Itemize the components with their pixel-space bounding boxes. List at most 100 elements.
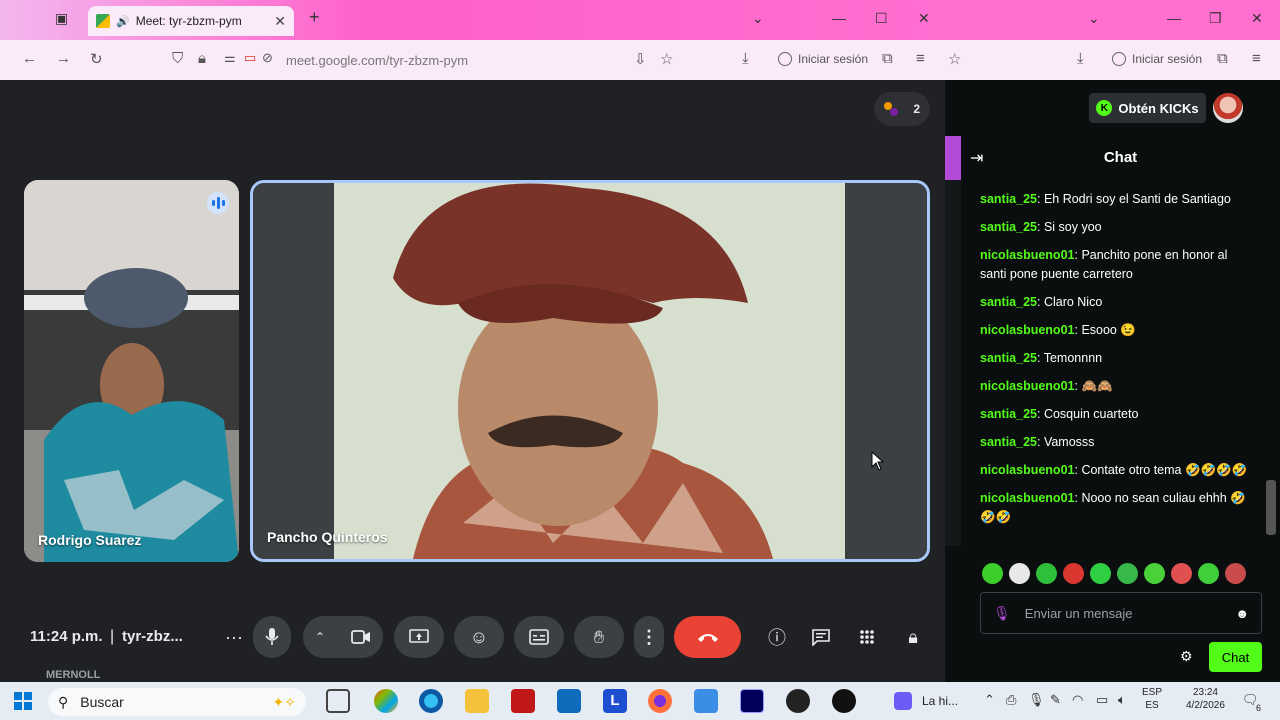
firefox-app-icon[interactable]: [648, 689, 672, 713]
taskbar-search[interactable]: ⚲ Buscar ✦✧: [48, 688, 306, 716]
chat-username[interactable]: santia_25: [980, 192, 1037, 206]
emote-icon[interactable]: [982, 563, 1003, 584]
tab-groups-icon[interactable]: ▣: [55, 10, 68, 27]
emote-icon[interactable]: [1009, 563, 1030, 584]
microphone-icon[interactable]: 🎙︎: [993, 605, 1011, 622]
chat-username[interactable]: nicolasbueno01: [980, 491, 1074, 505]
l-app-icon[interactable]: L: [603, 689, 627, 713]
tray-mic-icon[interactable]: 🎙︎: [1028, 692, 1045, 708]
present-button[interactable]: [394, 616, 444, 658]
minimize-icon[interactable]: —: [832, 10, 846, 26]
new-tab-button[interactable]: +: [309, 7, 320, 28]
scrollbar-thumb[interactable]: [1266, 480, 1276, 535]
microphone-button[interactable]: [253, 616, 291, 658]
chat-button[interactable]: [806, 616, 836, 658]
taskbar-clock[interactable]: 23:24 4/2/2026: [1186, 686, 1225, 712]
emote-icon[interactable]: [1144, 563, 1165, 584]
copilot-app-icon[interactable]: [374, 689, 398, 713]
signin-button-right[interactable]: Iniciar sesión: [1112, 52, 1202, 66]
signin-button-left[interactable]: Iniciar sesión: [778, 52, 868, 66]
tray-app-label[interactable]: La hi...: [922, 694, 958, 708]
participants-button[interactable]: 2: [874, 92, 930, 126]
mcafee-icon[interactable]: [511, 689, 535, 713]
chat-username[interactable]: santia_25: [980, 435, 1037, 449]
get-kicks-button[interactable]: K Obtén KICKs: [1089, 93, 1206, 123]
edge-app-icon[interactable]: [419, 689, 443, 713]
raise-hand-button[interactable]: ✋︎: [574, 616, 624, 658]
extensions-icon[interactable]: ⧉: [1217, 50, 1228, 67]
chat-username[interactable]: nicolasbueno01: [980, 379, 1074, 393]
tab-meet[interactable]: 🔊 Meet: tyr-zbzm-pym ✕: [88, 6, 294, 36]
captions-button[interactable]: [514, 616, 564, 658]
battery-icon[interactable]: ▭: [1096, 692, 1108, 708]
tab-list-chevron-icon[interactable]: ⌄: [1088, 10, 1100, 27]
menu-icon[interactable]: ≡: [1252, 50, 1261, 67]
camera-options-chevron-icon[interactable]: ⌃: [315, 630, 325, 644]
chat-username[interactable]: nicolasbueno01: [980, 463, 1074, 477]
emote-icon[interactable]: [1198, 563, 1219, 584]
address-bar[interactable]: meet.google.com/tyr-zbzm-pym: [164, 47, 688, 74]
tray-app-icon[interactable]: [894, 692, 912, 710]
show-hidden-icons-chevron-icon[interactable]: ⌃: [984, 692, 995, 708]
media-player-icon[interactable]: [832, 689, 856, 713]
chat-username[interactable]: santia_25: [980, 407, 1037, 421]
speaker-icon[interactable]: 🔊: [116, 15, 130, 28]
task-view-icon[interactable]: [326, 689, 350, 713]
chat-username[interactable]: nicolasbueno01: [980, 323, 1074, 337]
emoji-picker-icon[interactable]: ☻: [1235, 606, 1249, 621]
outlook-icon[interactable]: [557, 689, 581, 713]
lock-icon[interactable]: 🔒︎: [198, 50, 206, 67]
close-window-icon[interactable]: ✕: [918, 10, 930, 27]
file-explorer-icon[interactable]: [465, 689, 489, 713]
obs-app-icon[interactable]: [786, 689, 810, 713]
downloads-icon[interactable]: ⤓: [742, 50, 749, 67]
menu-icon[interactable]: ≡: [916, 50, 925, 67]
emote-icon[interactable]: [1171, 563, 1192, 584]
windows-start-icon[interactable]: [14, 692, 32, 710]
chat-username[interactable]: santia_25: [980, 351, 1037, 365]
emote-icon[interactable]: [1063, 563, 1084, 584]
more-options-button[interactable]: ···: [216, 616, 252, 658]
downloads-icon[interactable]: ⤓: [1077, 50, 1084, 67]
reload-icon[interactable]: ↻: [90, 50, 103, 68]
forward-icon[interactable]: →: [56, 50, 71, 67]
chat-message-input[interactable]: 🎙︎ Enviar un mensaje ☻: [980, 592, 1262, 634]
close-window-icon[interactable]: ✕: [1251, 10, 1263, 27]
maximize-icon[interactable]: ☐: [875, 10, 888, 27]
activities-button[interactable]: [852, 616, 882, 658]
tracking-off-icon[interactable]: ⊘: [262, 50, 273, 66]
host-controls-button[interactable]: 🔒︎: [898, 616, 928, 658]
close-tab-icon[interactable]: ✕: [274, 13, 286, 30]
minimize-icon[interactable]: —: [1167, 10, 1181, 26]
volume-icon[interactable]: 🔈︎: [1118, 692, 1126, 708]
camera-button[interactable]: ⌃: [303, 616, 383, 658]
tray-pen-icon[interactable]: ✎: [1050, 692, 1061, 708]
chat-username[interactable]: nicolasbueno01: [980, 248, 1074, 262]
premiere-app-icon[interactable]: [740, 689, 764, 713]
emote-icon[interactable]: [1117, 563, 1138, 584]
chat-username[interactable]: santia_25: [980, 220, 1037, 234]
camera-in-use-icon[interactable]: ▭: [244, 50, 256, 66]
chat-send-button[interactable]: Chat: [1209, 642, 1262, 672]
chat-scrollbar[interactable]: [1266, 180, 1276, 550]
more-actions-button[interactable]: ⋮: [634, 616, 664, 658]
end-call-button[interactable]: [674, 616, 741, 658]
extensions-icon[interactable]: ⧉: [882, 50, 893, 67]
wifi-icon[interactable]: ◠: [1072, 692, 1083, 708]
meeting-info-button[interactable]: ⓘ: [762, 616, 792, 658]
permissions-icon[interactable]: ⚌: [224, 50, 236, 66]
tab-list-chevron-icon[interactable]: ⌄: [752, 10, 764, 27]
emote-icon[interactable]: [1090, 563, 1111, 584]
tray-device-icon[interactable]: ⎙: [1006, 692, 1016, 708]
emote-icon[interactable]: [1036, 563, 1057, 584]
participant-tile-rodrigo[interactable]: Rodrigo Suarez: [24, 180, 239, 562]
chat-username[interactable]: santia_25: [980, 295, 1037, 309]
restore-icon[interactable]: ❐: [1209, 10, 1222, 27]
emote-icon[interactable]: [1225, 563, 1246, 584]
reactions-button[interactable]: ☺: [454, 616, 504, 658]
participant-tile-pancho[interactable]: Pancho Quinteros: [250, 180, 930, 562]
input-language[interactable]: ESP ES: [1142, 686, 1162, 712]
chat-settings-gear-icon[interactable]: ⚙: [1180, 648, 1193, 665]
back-icon[interactable]: ←: [22, 50, 37, 67]
bookmark-star-icon[interactable]: ☆: [948, 50, 961, 68]
